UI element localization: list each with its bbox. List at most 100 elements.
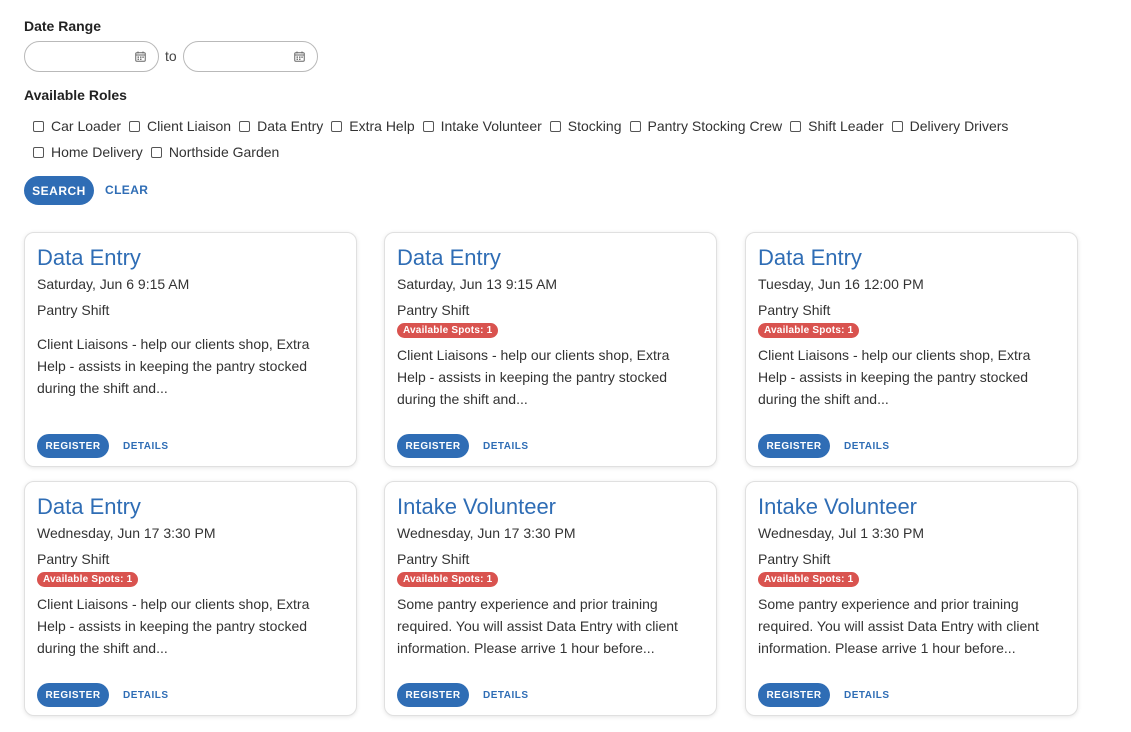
checkbox-unchecked[interactable] (629, 120, 641, 132)
search-button[interactable]: SEARCH (24, 176, 94, 205)
card-description: Some pantry experience and prior trainin… (758, 596, 1039, 656)
roles-checkbox-group: Car Loader Client Liaison Data Entry Ext… (33, 117, 1033, 169)
details-link[interactable]: DETAILS (844, 441, 890, 452)
checkbox-unchecked[interactable] (33, 146, 44, 158)
register-button[interactable]: REGISTER (758, 434, 830, 458)
card-shift-type: Pantry Shift (758, 302, 831, 318)
role-option[interactable]: Northside Garden (150, 144, 280, 160)
details-link[interactable]: DETAILS (844, 690, 890, 701)
checkbox-unchecked[interactable] (549, 120, 561, 132)
details-link[interactable]: DETAILS (123, 441, 169, 452)
role-label: Shift Leader (808, 118, 884, 134)
role-label: Car Loader (51, 118, 122, 134)
card-actions: REGISTER DETAILS (397, 434, 529, 458)
role-label: Intake Volunteer (440, 118, 542, 134)
checkbox-unchecked[interactable] (150, 146, 162, 158)
role-option[interactable]: Client Liaison (129, 118, 231, 134)
shift-card: Intake Volunteer Wednesday, Jun 17 3:30 … (384, 481, 717, 716)
card-date: Saturday, Jun 6 9:15 AM (37, 276, 190, 292)
card-title[interactable]: Data Entry (397, 245, 704, 271)
checkbox-unchecked[interactable] (891, 120, 903, 132)
role-option[interactable]: Stocking (549, 118, 622, 134)
card-title[interactable]: Intake Volunteer (397, 494, 704, 520)
role-label: Stocking (567, 118, 622, 134)
date-to-input[interactable] (198, 42, 298, 71)
register-button[interactable]: REGISTER (37, 434, 109, 458)
available-roles-label: Available Roles (24, 87, 127, 103)
role-label: Extra Help (349, 118, 415, 134)
role-option[interactable]: Pantry Stocking Crew (629, 118, 783, 134)
role-option[interactable]: Data Entry (239, 118, 323, 134)
checkbox-unchecked[interactable] (33, 120, 44, 132)
card-title[interactable]: Data Entry (37, 245, 344, 271)
shift-card: Data Entry Wednesday, Jun 17 3:30 PM Pan… (24, 481, 357, 716)
shift-card: Data Entry Saturday, Jun 13 9:15 AM Pant… (384, 232, 717, 467)
details-link[interactable]: DETAILS (123, 690, 169, 701)
role-label: Data Entry (257, 118, 324, 134)
role-option[interactable]: Extra Help (331, 118, 415, 134)
role-label: Home Delivery (51, 144, 143, 160)
card-date: Tuesday, Jun 16 12:00 PM (758, 276, 924, 292)
role-option[interactable]: Shift Leader (790, 118, 884, 134)
checkbox-unchecked[interactable] (129, 120, 141, 132)
card-title[interactable]: Intake Volunteer (758, 494, 1065, 520)
date-from-field[interactable] (24, 41, 159, 72)
available-spots-badge: Available Spots: 1 (397, 323, 499, 338)
details-link[interactable]: DETAILS (483, 441, 529, 452)
checkbox-unchecked[interactable] (422, 120, 434, 132)
card-title[interactable]: Data Entry (758, 245, 1065, 271)
available-spots-badge: Available Spots: 1 (758, 572, 860, 587)
date-from-input[interactable] (39, 42, 139, 71)
role-label: Northside Garden (168, 144, 280, 160)
clear-button[interactable]: CLEAR (105, 183, 148, 197)
card-description: Client Liaisons - help our clients shop,… (397, 347, 670, 407)
role-option[interactable]: Intake Volunteer (422, 118, 542, 134)
checkbox-unchecked[interactable] (331, 120, 343, 132)
available-spots-badge: Available Spots: 1 (37, 572, 139, 587)
available-spots-badge: Available Spots: 1 (758, 323, 860, 338)
card-date: Wednesday, Jul 1 3:30 PM (758, 525, 925, 541)
register-button[interactable]: REGISTER (397, 683, 469, 707)
register-button[interactable]: REGISTER (37, 683, 109, 707)
card-title[interactable]: Data Entry (37, 494, 344, 520)
checkbox-unchecked[interactable] (239, 120, 251, 132)
role-label: Client Liaison (147, 118, 232, 134)
role-option[interactable]: Home Delivery (33, 144, 143, 160)
details-link[interactable]: DETAILS (483, 690, 529, 701)
card-description: Some pantry experience and prior trainin… (397, 596, 678, 656)
calendar-icon[interactable] (294, 51, 305, 62)
card-shift-type: Pantry Shift (397, 551, 470, 567)
card-date: Saturday, Jun 13 9:15 AM (397, 276, 558, 292)
card-actions: REGISTER DETAILS (758, 434, 890, 458)
register-button[interactable]: REGISTER (397, 434, 469, 458)
card-actions: REGISTER DETAILS (758, 683, 890, 707)
card-actions: REGISTER DETAILS (397, 683, 529, 707)
calendar-icon[interactable] (135, 51, 146, 62)
roles-row: Car Loader Client Liaison Data Entry Ext… (33, 117, 1033, 135)
role-label: Pantry Stocking Crew (647, 118, 783, 134)
available-spots-badge: Available Spots: 1 (397, 572, 499, 587)
card-description: Client Liaisons - help our clients shop,… (37, 596, 310, 656)
date-to-field[interactable] (183, 41, 318, 72)
card-shift-type: Pantry Shift (37, 551, 110, 567)
role-option[interactable]: Car Loader (33, 118, 121, 134)
shift-card: Data Entry Tuesday, Jun 16 12:00 PM Pant… (745, 232, 1078, 467)
shift-card: Data Entry Saturday, Jun 6 9:15 AM Pantr… (24, 232, 357, 467)
checkbox-unchecked[interactable] (790, 120, 802, 132)
register-button[interactable]: REGISTER (758, 683, 830, 707)
date-range-to-label: to (165, 48, 177, 64)
date-range-label: Date Range (24, 18, 102, 34)
card-date: Wednesday, Jun 17 3:30 PM (37, 525, 216, 541)
card-description: Client Liaisons - help our clients shop,… (758, 347, 1031, 407)
shift-card: Intake Volunteer Wednesday, Jul 1 3:30 P… (745, 481, 1078, 716)
card-actions: REGISTER DETAILS (37, 683, 169, 707)
card-shift-type: Pantry Shift (397, 302, 470, 318)
card-shift-type: Pantry Shift (758, 551, 831, 567)
roles-row: Home Delivery Northside Garden (33, 143, 1033, 161)
role-option[interactable]: Delivery Drivers (891, 118, 1009, 134)
card-description: Client Liaisons - help our clients shop,… (37, 336, 310, 396)
card-date: Wednesday, Jun 17 3:30 PM (397, 525, 576, 541)
card-actions: REGISTER DETAILS (37, 434, 169, 458)
role-label: Delivery Drivers (909, 118, 1009, 134)
card-shift-type: Pantry Shift (37, 302, 110, 318)
